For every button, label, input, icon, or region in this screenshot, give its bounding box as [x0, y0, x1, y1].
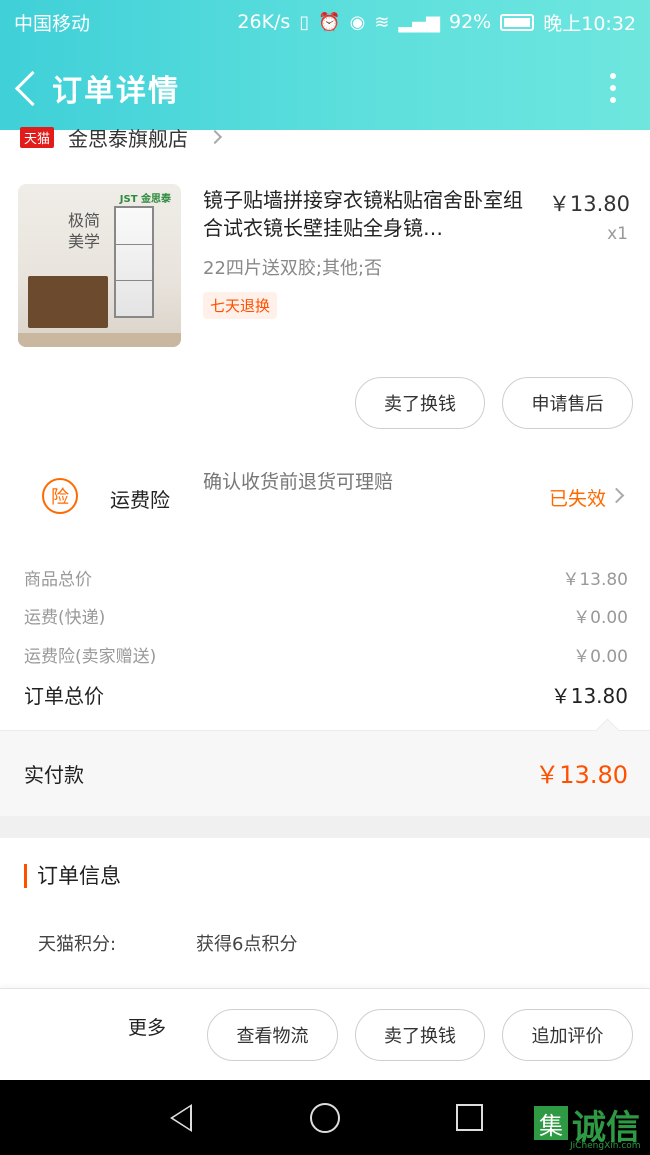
insurance-desc: 确认收货前退货可理赔 [203, 471, 394, 493]
status-right: 26K/s ▯ ⏰ ◉ ≋ ▂▄▆ 92% 晚上10:32 [237, 9, 636, 36]
header: 订单详情 [0, 50, 650, 126]
store-row[interactable]: 天猫 金思泰旗舰店 [20, 122, 223, 152]
network-speed: 26K/s [237, 11, 291, 33]
shipping-row: 运费(快递) ￥0.00 [24, 603, 628, 628]
store-name: 金思泰旗舰店 [68, 126, 189, 151]
product-sku: 22四片送双胶;其他;否 [203, 258, 383, 279]
nav-back-icon[interactable] [170, 1104, 192, 1132]
product-image[interactable]: JST 金思泰 极简美学 [18, 184, 181, 347]
floor-illustration [18, 333, 181, 347]
signal-icon: ▂▄▆ [398, 11, 440, 33]
order-total-row: 订单总价 ￥13.80 [24, 680, 628, 709]
vibrate-icon: ▯ [299, 11, 310, 33]
paid-section: 实付款 ￥13.80 [0, 730, 650, 816]
mirror-illustration [114, 206, 154, 318]
more-options-icon[interactable] [610, 73, 616, 103]
goods-total-label: 商品总价 [24, 570, 92, 590]
insurance-status[interactable]: 已失效 [549, 484, 606, 511]
carrier-label: 中国移动 [14, 12, 91, 35]
points-label: 天猫积分: [38, 934, 117, 955]
sell-button-bottom[interactable]: 卖了换钱 [355, 1009, 485, 1061]
add-review-button[interactable]: 追加评价 [502, 1009, 633, 1061]
chevron-right-icon [608, 487, 625, 504]
alarm-icon: ⏰ [318, 11, 341, 33]
order-total-value: ￥13.80 [550, 684, 628, 708]
shipping-value: ￥0.00 [573, 608, 628, 628]
points-value: 获得6点积分 [196, 934, 298, 955]
watermark-logo: 集 [534, 1106, 568, 1140]
clock: 晚上10:32 [543, 12, 636, 35]
battery-icon [500, 13, 535, 31]
section-divider [0, 816, 650, 838]
goods-total-row: 商品总价 ￥13.80 [24, 565, 628, 590]
insurance-fee-row: 运费险(卖家赠送) ￥0.00 [24, 642, 628, 667]
insurance-fee-value: ￥0.00 [573, 647, 628, 667]
insurance-fee-label: 运费险(卖家赠送) [24, 647, 157, 667]
paid-value: ￥13.80 [535, 761, 628, 789]
more-button[interactable]: 更多 [128, 1013, 166, 1040]
page-title: 订单详情 [52, 74, 180, 109]
cabinet-illustration [28, 276, 108, 328]
goods-total-value: ￥13.80 [562, 570, 628, 590]
product-title[interactable]: 镜子贴墙拼接穿衣镜粘贴宿舍卧室组合试衣镜长壁挂贴全身镜… [203, 186, 533, 242]
chevron-right-icon [207, 129, 223, 145]
eye-icon: ◉ [349, 11, 366, 33]
tmall-badge: 天猫 [20, 126, 55, 148]
wifi-icon: ≋ [374, 11, 390, 33]
product-image-slogan: 极简美学 [68, 211, 101, 251]
product-quantity: x1 [607, 224, 628, 244]
product-price: ￥13.80 [548, 192, 630, 216]
battery-percent: 92% [449, 11, 492, 33]
order-total-label: 订单总价 [24, 684, 104, 708]
return-tag: 七天退换 [203, 292, 278, 319]
product-image-brand: JST 金思泰 [119, 194, 171, 205]
bottom-action-bar: 更多 查看物流 卖了换钱 追加评价 [0, 988, 650, 1080]
after-sales-button[interactable]: 申请售后 [502, 377, 633, 429]
paid-label: 实付款 [24, 763, 84, 787]
view-logistics-button[interactable]: 查看物流 [207, 1009, 338, 1061]
back-button[interactable] [8, 50, 52, 126]
watermark-url: JiChengXin.com [570, 1141, 641, 1151]
order-info-title: 订单信息 [24, 864, 121, 888]
top-bar: 中国移动 26K/s ▯ ⏰ ◉ ≋ ▂▄▆ 92% 晚上10:32 订单详情 [0, 0, 650, 130]
shipping-label: 运费(快递) [24, 608, 106, 628]
insurance-label: 运费险 [110, 488, 170, 512]
nav-home-icon[interactable] [310, 1103, 340, 1133]
nav-recents-icon[interactable] [456, 1104, 483, 1131]
sell-button[interactable]: 卖了换钱 [355, 377, 485, 429]
watermark: 集 诚信 JiChengXin.com [532, 1100, 650, 1155]
status-bar: 中国移动 26K/s ▯ ⏰ ◉ ≋ ▂▄▆ 92% 晚上10:32 [0, 0, 650, 44]
insurance-icon: 险 [42, 478, 78, 514]
